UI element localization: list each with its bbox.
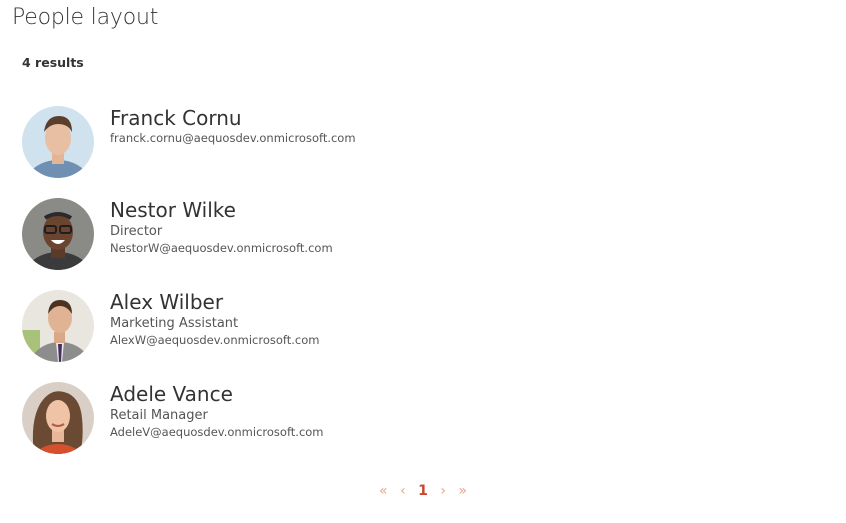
person-role: Director <box>110 224 163 239</box>
first-page-icon[interactable]: « <box>379 483 388 499</box>
person-name: Franck Cornu <box>110 106 242 130</box>
person-role: Retail Manager <box>110 408 208 423</box>
person-name: Nestor Wilke <box>110 198 236 222</box>
pagination: « ‹ 1 › » <box>0 483 846 499</box>
previous-page-icon[interactable]: ‹ <box>400 483 406 499</box>
person-card[interactable]: Franck Cornu franck.cornu@aequosdev.onmi… <box>22 106 582 178</box>
avatar[interactable] <box>22 198 94 270</box>
person-name: Adele Vance <box>110 382 233 406</box>
people-layout-page: People layout 4 results Franck Cornu fra… <box>0 0 846 523</box>
last-page-icon[interactable]: » <box>458 483 467 499</box>
page-title: People layout <box>12 5 159 30</box>
person-email: AlexW@aequosdev.onmicrosoft.com <box>110 333 320 347</box>
person-role: Marketing Assistant <box>110 316 239 331</box>
person-email: AdeleV@aequosdev.onmicrosoft.com <box>110 425 324 439</box>
person-card[interactable]: Nestor Wilke Director NestorW@aequosdev.… <box>22 198 582 270</box>
person-email: NestorW@aequosdev.onmicrosoft.com <box>110 241 333 255</box>
person-email: franck.cornu@aequosdev.onmicrosoft.com <box>110 131 356 145</box>
next-page-icon[interactable]: › <box>440 483 446 499</box>
avatar[interactable] <box>22 382 94 454</box>
person-card[interactable]: Adele Vance Retail Manager AdeleV@aequos… <box>22 382 582 454</box>
avatar[interactable] <box>22 106 94 178</box>
results-count: 4 results <box>22 55 84 70</box>
person-name: Alex Wilber <box>110 290 224 314</box>
person-card[interactable]: Alex Wilber Marketing Assistant AlexW@ae… <box>22 290 582 362</box>
avatar[interactable] <box>22 290 94 362</box>
current-page-number[interactable]: 1 <box>418 483 428 499</box>
